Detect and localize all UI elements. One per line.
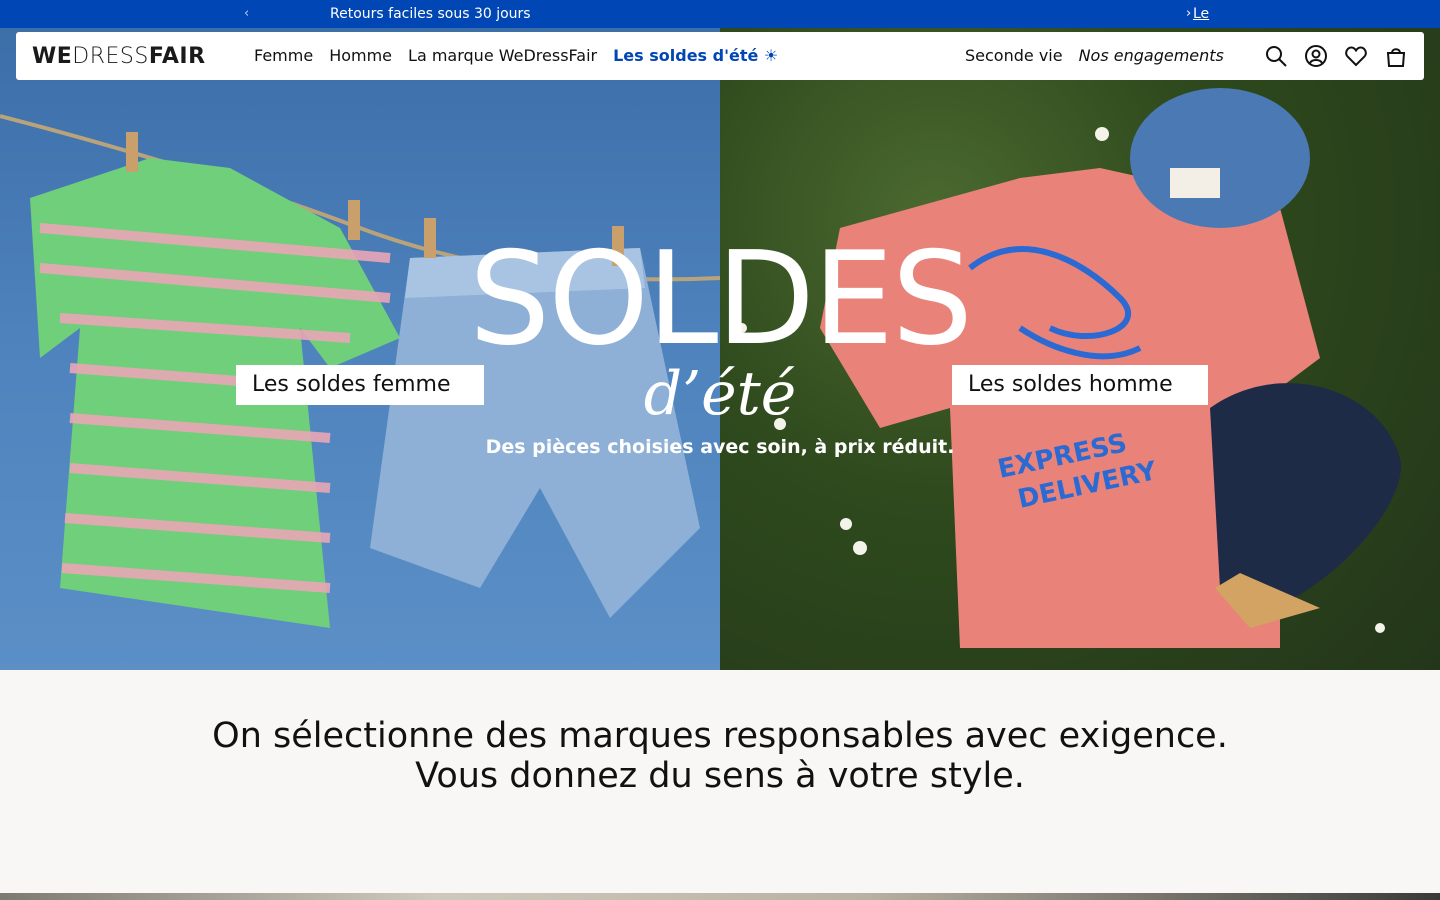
mission-line-2: Vous donnez du sens à votre style. (415, 756, 1025, 796)
soldes-femme-button[interactable]: Les soldes femme (236, 365, 484, 405)
search-icon[interactable] (1264, 44, 1288, 68)
main-header: WEDRESSFAIR Femme Homme La marque WeDres… (16, 32, 1424, 80)
nav-soldes-ete[interactable]: Les soldes d'été ☀ (613, 46, 778, 65)
bag-icon[interactable] (1384, 44, 1408, 68)
mission-statement: On sélectionne des marques responsables … (0, 716, 1440, 796)
hero-tagline: Des pièces choisies avec soin, à prix ré… (485, 436, 955, 458)
nav-homme[interactable]: Homme (329, 46, 392, 65)
nav-la-marque[interactable]: La marque WeDressFair (408, 46, 597, 65)
hero-title: SOLDES (469, 225, 973, 374)
secondary-nav: Seconde vie Nos engagements (965, 46, 1224, 65)
announcement-next-button[interactable]: › (1186, 6, 1191, 21)
nav-nos-engagements[interactable]: Nos engagements (1079, 46, 1224, 65)
hero-subtitle: d’été (643, 359, 797, 429)
brand-logo[interactable]: WEDRESSFAIR (32, 44, 206, 69)
announcement-prev-button[interactable]: ‹ (244, 6, 249, 21)
announcement-bar: ‹ Retours faciles sous 30 jours › Le (0, 0, 1440, 28)
heart-icon[interactable] (1344, 44, 1368, 68)
next-section-image (0, 893, 1440, 900)
header-icons (1264, 44, 1408, 68)
soldes-homme-button[interactable]: Les soldes homme (952, 365, 1208, 405)
nav-femme[interactable]: Femme (254, 46, 313, 65)
account-icon[interactable] (1304, 44, 1328, 68)
nav-seconde-vie[interactable]: Seconde vie (965, 46, 1063, 65)
primary-nav: Femme Homme La marque WeDressFair Les so… (254, 46, 778, 65)
announcement-link[interactable]: Le (1193, 6, 1209, 22)
mission-line-1: On sélectionne des marques responsables … (212, 716, 1228, 756)
hero-banner: EXPRESS DELIVERY WEDRESSFAIR Femme Homme… (0, 28, 1440, 670)
announcement-message: Retours faciles sous 30 jours (330, 6, 531, 22)
